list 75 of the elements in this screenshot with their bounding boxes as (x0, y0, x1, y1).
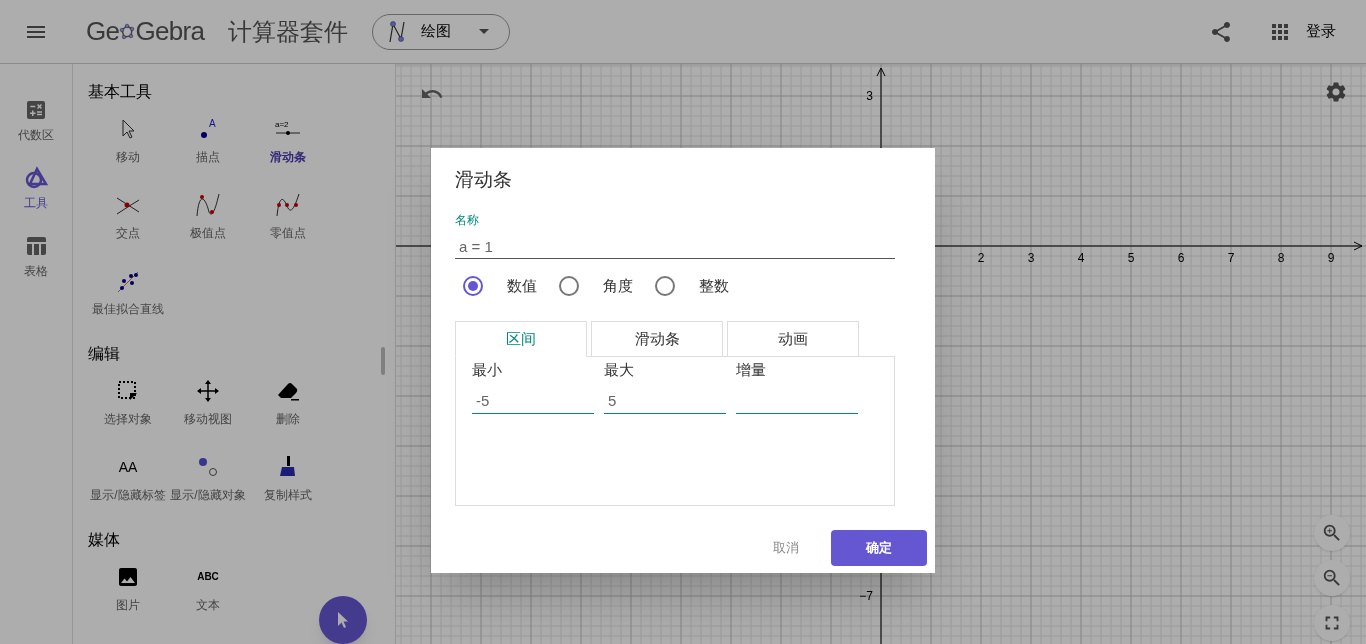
tool-button[interactable]: 图片 (88, 564, 168, 626)
extremum-icon (195, 192, 221, 218)
section-title: 基本工具 (88, 82, 152, 102)
dialog-tab[interactable]: 动画 (727, 321, 859, 357)
cursor-icon (335, 611, 351, 629)
tool-button[interactable]: A 描点 (168, 116, 248, 178)
graph-icon (387, 19, 408, 44)
axis-label: 7 (1227, 251, 1235, 265)
tool-button[interactable]: 删除 (248, 378, 328, 440)
number-field[interactable]: 5 (604, 387, 726, 414)
axis-label: 6 (1177, 251, 1185, 265)
move-arrows-icon (195, 378, 221, 404)
roots-icon (275, 192, 301, 218)
table-icon (24, 234, 48, 258)
tool-button[interactable]: a=2 滑动条 (248, 116, 328, 178)
tool-button[interactable]: 移动视图 (168, 378, 248, 440)
dialog-tab[interactable]: 滑动条 (591, 321, 723, 357)
text-icon: ABC (197, 564, 219, 590)
axis-label: 4 (1077, 251, 1085, 265)
radio-option[interactable]: 整数 (655, 274, 729, 297)
cursor-fab[interactable] (319, 596, 367, 644)
axis-label: 3 (866, 89, 873, 103)
axis-label: 5 (1127, 251, 1135, 265)
zoom-in-icon (1321, 522, 1343, 544)
logo-text: Gebra (135, 15, 205, 48)
rail-tab[interactable]: 工具 (24, 166, 48, 212)
number-field[interactable]: -5 (472, 387, 594, 414)
zoom-out-icon (1321, 567, 1343, 589)
axis-label: 9 (1327, 251, 1335, 265)
field-label: 增量 (736, 360, 766, 380)
field-label: 名称 (455, 211, 479, 229)
label-icon: AA (118, 454, 138, 480)
login-button[interactable]: 登录 (1306, 20, 1336, 43)
rail-tab[interactable]: 代数区 (18, 98, 54, 144)
radio-option[interactable]: 角度 (559, 274, 633, 297)
dialog-title: 滑动条 (455, 168, 513, 192)
tool-button[interactable]: 复制样式 (248, 454, 328, 516)
calculator-icon (24, 98, 48, 122)
tool-button[interactable]: 极值点 (168, 192, 248, 254)
tool-button[interactable]: 交点 (88, 192, 168, 254)
logo-text: Ge (86, 15, 120, 48)
tools-icon (24, 166, 48, 190)
tool-button[interactable]: 零值点 (248, 192, 328, 254)
name-field[interactable]: a = 1 (455, 234, 895, 259)
fullscreen-button[interactable] (1314, 605, 1350, 641)
rail-label: 工具 (24, 195, 48, 212)
scrollbar (381, 347, 385, 375)
cancel-button[interactable]: 取消 (773, 538, 799, 558)
tool-button[interactable]: AA 显示/隐藏标签 (88, 454, 168, 516)
image-icon (116, 565, 140, 589)
axis-label: 8 (1277, 251, 1285, 265)
axis-label: 3 (1027, 251, 1035, 265)
tool-button[interactable]: 移动 (88, 116, 168, 178)
axis-label: 2 (977, 251, 985, 265)
radio-option[interactable]: 数值 (463, 274, 537, 297)
ok-button[interactable]: 确定 (831, 530, 927, 566)
zoom-in-button[interactable] (1314, 515, 1350, 551)
rail-tab[interactable]: 表格 (24, 234, 48, 280)
section-title: 媒体 (88, 530, 120, 550)
tool-button[interactable]: 显示/隐藏对象 (168, 454, 248, 516)
rail-label: 代数区 (18, 127, 54, 144)
tool-button[interactable]: 选择对象 (88, 378, 168, 440)
rail-label: 表格 (24, 263, 48, 280)
suite-title: 计算器套件 (228, 16, 349, 47)
section-title: 编辑 (88, 344, 120, 364)
tool-button[interactable]: ABC 文本 (168, 564, 248, 626)
pentagon-logo-icon (119, 22, 136, 41)
caret-icon (479, 29, 490, 34)
axis-label: −7 (859, 589, 873, 603)
zoom-out-button[interactable] (1314, 560, 1350, 596)
field-label: 最小 (472, 360, 502, 380)
field-label: 最大 (604, 360, 634, 380)
tool-button[interactable]: 最佳拟合直线 (88, 268, 168, 330)
dialog-tab[interactable]: 区间 (455, 321, 587, 357)
settings-button[interactable] (1324, 80, 1348, 104)
